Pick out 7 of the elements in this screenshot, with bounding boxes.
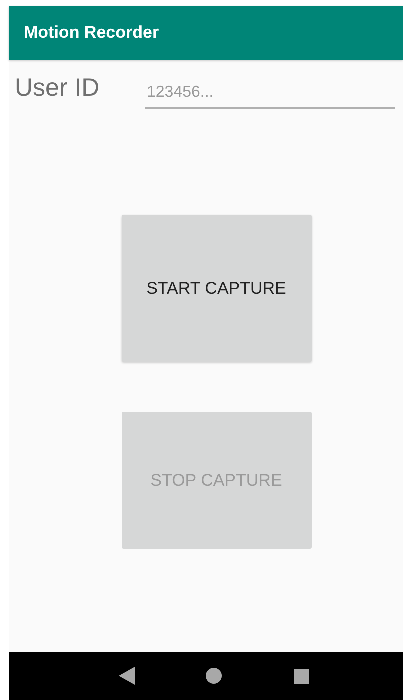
- capture-button[interactable]: START CAPTURE: [122, 215, 312, 362]
- user-id-field[interactable]: 123456...: [145, 82, 395, 109]
- user-id-label: User ID: [15, 74, 101, 103]
- back-icon[interactable]: [118, 667, 135, 685]
- app-title: Motion Recorder: [24, 23, 160, 43]
- overview-icon[interactable]: [294, 668, 310, 684]
- home-icon[interactable]: [206, 668, 222, 684]
